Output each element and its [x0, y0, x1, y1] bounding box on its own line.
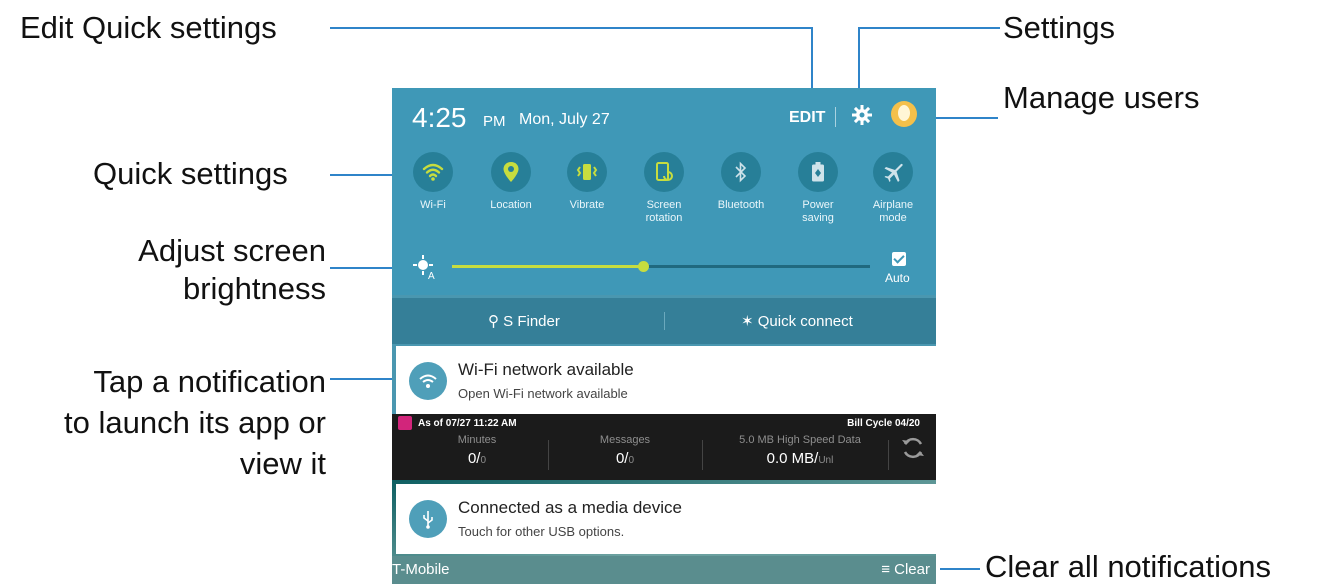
divider: [702, 440, 703, 470]
leader-notification: [330, 378, 392, 380]
notification-wifi[interactable]: Wi-Fi network available Open Wi-Fi netwo…: [396, 346, 936, 416]
screen-rotation-icon: [644, 152, 684, 192]
callout-tap-line1: Tap a notification: [93, 364, 326, 399]
qs-label: Airplane mode: [872, 199, 914, 224]
power-saving-icon: [798, 152, 838, 192]
data-column: 5.0 MB High Speed Data 0.0 MB/Unl: [710, 434, 890, 467]
brightness-icon: A: [413, 255, 435, 280]
leader-users: [930, 117, 998, 119]
callout-edit-quick-settings: Edit Quick settings: [20, 10, 277, 45]
messages-column: Messages 0/0: [550, 434, 700, 467]
minutes-label: Minutes: [457, 434, 497, 446]
svg-text:A: A: [428, 271, 435, 280]
callout-tap-notification: Tap a notification to launch its app or …: [4, 361, 326, 484]
divider: [835, 107, 836, 127]
leader-settings-h: [858, 27, 1000, 29]
usage-as-of: As of 07/27 11:22 AM: [418, 418, 517, 429]
qs-vibrate[interactable]: Vibrate: [552, 152, 622, 212]
location-icon: [491, 152, 531, 192]
callout-adjust-line1: Adjust screen: [138, 233, 326, 268]
bill-cycle: Bill Cycle 04/20: [847, 418, 920, 429]
clear-label: Clear: [894, 561, 930, 578]
notification-text: Touch for other USB options.: [458, 524, 625, 539]
s-finder-button[interactable]: ⚲ S Finder: [488, 312, 560, 330]
qs-bluetooth[interactable]: Bluetooth: [706, 152, 776, 212]
messages-value: 0/0: [615, 450, 635, 467]
qs-location[interactable]: Location: [476, 152, 546, 212]
qs-airplane[interactable]: Airplane mode: [858, 152, 928, 225]
callout-adjust-brightness: Adjust screen brightness: [104, 232, 326, 308]
notification-title: Connected as a media device: [458, 498, 682, 517]
clock-date: Mon, July 27: [519, 111, 610, 128]
clear-button[interactable]: ≡ Clear: [881, 561, 930, 578]
vibrate-icon: [567, 152, 607, 192]
finder-row: ⚲ S Finder ✶ Quick connect: [392, 298, 936, 344]
notification-panel: 4:25 PM Mon, July 27 EDIT Wi-Fi Location…: [392, 88, 936, 584]
qs-wifi[interactable]: Wi-Fi: [398, 152, 468, 212]
callout-tap-line2: to launch its app or: [64, 405, 326, 440]
callout-quick-settings: Quick settings: [93, 156, 288, 191]
carrier-label: T-Mobile: [392, 561, 450, 578]
callout-clear-all: Clear all notifications: [985, 549, 1272, 584]
divider: [664, 312, 665, 330]
messages-label: Messages: [599, 434, 651, 446]
quick-connect-label: Quick connect: [757, 313, 853, 330]
qs-label: Screen rotation: [645, 199, 683, 224]
leader-edit-h: [330, 27, 812, 29]
qs-label: Wi-Fi: [420, 199, 446, 211]
gear-icon[interactable]: [850, 103, 874, 127]
t-mobile-icon: [398, 416, 412, 430]
panel-footer: T-Mobile ≡ Clear: [392, 556, 936, 584]
clock-time: 4:25: [412, 102, 467, 133]
divider: [888, 440, 889, 470]
brightness-fill: [452, 265, 644, 268]
qs-label: Bluetooth: [717, 199, 765, 211]
wifi-icon: [409, 362, 447, 400]
qs-label: Power saving: [802, 199, 834, 224]
clear-icon: ≡: [881, 561, 890, 578]
callout-settings: Settings: [1003, 10, 1116, 45]
data-value: 0.0 MB/Unl: [766, 450, 834, 467]
search-icon: ⚲: [488, 313, 499, 330]
auto-brightness-label: Auto: [885, 271, 910, 285]
notification-usb[interactable]: Connected as a media device Touch for ot…: [396, 484, 936, 554]
airplane-icon: [873, 152, 913, 192]
qs-label: Location: [490, 199, 532, 211]
usb-icon: [409, 500, 447, 538]
clock-ampm: PM: [483, 113, 506, 130]
user-avatar[interactable]: [891, 101, 917, 127]
callout-manage-users: Manage users: [1003, 80, 1200, 115]
qs-power-saving[interactable]: Power saving: [783, 152, 853, 225]
wifi-icon: [413, 152, 453, 192]
qs-screen-rotation[interactable]: Screen rotation: [629, 152, 699, 225]
quick-connect-icon: ✶: [741, 313, 754, 330]
data-label: 5.0 MB High Speed Data: [739, 434, 861, 446]
minutes-value: 0/0: [467, 450, 487, 467]
edit-button[interactable]: EDIT: [789, 109, 825, 127]
minutes-column: Minutes 0/0: [402, 434, 552, 467]
auto-brightness-checkbox[interactable]: [892, 252, 906, 266]
bluetooth-icon: [721, 152, 761, 192]
notification-text: Open Wi-Fi network available: [458, 386, 628, 401]
quick-connect-button[interactable]: ✶ Quick connect: [741, 312, 853, 330]
brightness-slider-handle[interactable]: [638, 261, 649, 272]
qs-label: Vibrate: [569, 199, 605, 211]
callout-tap-line3: view it: [239, 446, 326, 481]
callout-adjust-line2: brightness: [182, 271, 326, 306]
refresh-icon[interactable]: [899, 434, 927, 462]
status-bar: 4:25 PM Mon, July 27 EDIT: [392, 88, 936, 144]
brightness-row: A Auto: [392, 245, 936, 295]
s-finder-label: S Finder: [503, 313, 560, 330]
divider: [548, 440, 549, 470]
leader-clear: [940, 568, 980, 570]
notification-title: Wi-Fi network available: [458, 360, 634, 379]
usage-widget[interactable]: As of 07/27 11:22 AM Bill Cycle 04/20 Mi…: [392, 414, 936, 480]
